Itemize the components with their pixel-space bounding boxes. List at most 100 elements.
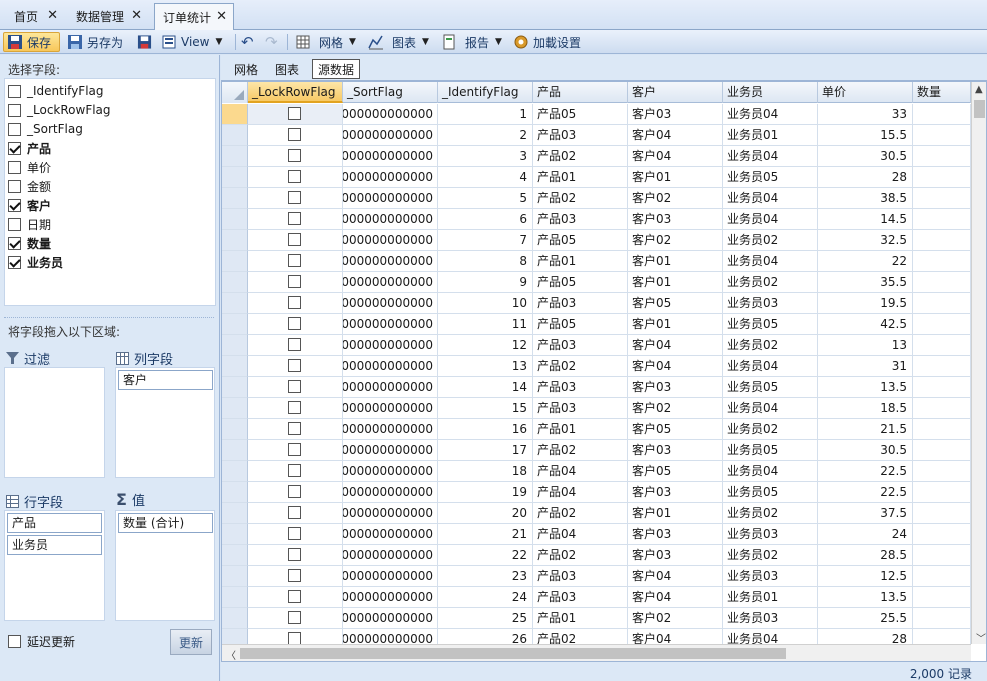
table-cell[interactable]: 0000000000000	[343, 146, 438, 167]
table-cell[interactable]: 产品03	[533, 125, 628, 146]
table-cell[interactable]: 0000000000000	[343, 293, 438, 314]
table-cell[interactable]: 7	[438, 230, 533, 251]
table-cell[interactable]: 客户01	[628, 503, 723, 524]
lock-row-checkbox-cell[interactable]	[248, 125, 343, 146]
table-cell[interactable]	[913, 209, 971, 230]
table-cell[interactable]: 2	[438, 125, 533, 146]
table-cell[interactable]: 24	[818, 524, 913, 545]
table-cell[interactable]	[913, 167, 971, 188]
table-row[interactable]: 0000000000000 20 产品02 客户01 业务员02 37.5	[222, 503, 971, 524]
row-checkbox[interactable]	[288, 254, 301, 267]
close-icon[interactable]: ✕	[131, 8, 142, 23]
table-cell[interactable]: 客户03	[628, 440, 723, 461]
field-checkbox[interactable]	[8, 103, 21, 117]
table-cell[interactable]: 0000000000000	[343, 125, 438, 146]
field-checkbox[interactable]	[8, 179, 21, 193]
vertical-scroll-thumb[interactable]	[974, 100, 985, 118]
table-cell[interactable]: 16	[438, 419, 533, 440]
table-cell[interactable]: 0000000000000	[343, 503, 438, 524]
save-as-button[interactable]: 另存为	[64, 32, 132, 52]
table-row[interactable]: 0000000000000 17 产品02 客户03 业务员05 30.5	[222, 440, 971, 461]
table-cell[interactable]: 3	[438, 146, 533, 167]
table-cell[interactable]: 业务员04	[723, 188, 818, 209]
table-cell[interactable]: 客户04	[628, 566, 723, 587]
defer-update-checkbox[interactable]	[8, 635, 21, 648]
table-cell[interactable]: 22.5	[818, 461, 913, 482]
table-cell[interactable]: 0000000000000	[343, 230, 438, 251]
table-cell[interactable]: 产品01	[533, 167, 628, 188]
row-header[interactable]	[222, 293, 248, 314]
row-header[interactable]	[222, 272, 248, 293]
row-checkbox[interactable]	[288, 422, 301, 435]
table-cell[interactable]: 0000000000000	[343, 398, 438, 419]
table-row[interactable]: 0000000000000 12 产品03 客户04 业务员02 13	[222, 335, 971, 356]
table-cell[interactable]: 产品03	[533, 398, 628, 419]
table-cell[interactable]: 产品02	[533, 356, 628, 377]
close-icon[interactable]: ✕	[47, 8, 58, 23]
table-cell[interactable]: 5	[438, 188, 533, 209]
table-cell[interactable]	[913, 356, 971, 377]
tab-grid[interactable]: 网格	[229, 59, 263, 79]
table-cell[interactable]: 客户03	[628, 209, 723, 230]
table-cell[interactable]: 14	[438, 377, 533, 398]
row-checkbox[interactable]	[288, 233, 301, 246]
row-checkbox[interactable]	[288, 149, 301, 162]
table-cell[interactable]: 25	[438, 608, 533, 629]
table-cell[interactable]: 产品04	[533, 461, 628, 482]
lock-row-checkbox-cell[interactable]	[248, 104, 343, 125]
table-cell[interactable]: 客户02	[628, 608, 723, 629]
table-row[interactable]: 0000000000000 21 产品04 客户03 业务员03 24	[222, 524, 971, 545]
table-cell[interactable]	[913, 440, 971, 461]
doc-tab-order-stats[interactable]: 订单统计 ✕	[154, 3, 234, 31]
defer-update-option[interactable]: 延迟更新	[8, 633, 75, 650]
table-row[interactable]: 0000000000000 15 产品03 客户02 业务员04 18.5	[222, 398, 971, 419]
table-cell[interactable]: 产品05	[533, 272, 628, 293]
table-cell[interactable]: 9	[438, 272, 533, 293]
lock-row-checkbox-cell[interactable]	[248, 251, 343, 272]
table-cell[interactable]: 客户03	[628, 377, 723, 398]
table-cell[interactable]: 产品02	[533, 146, 628, 167]
lock-row-checkbox-cell[interactable]	[248, 146, 343, 167]
table-cell[interactable]: 业务员04	[723, 251, 818, 272]
lock-row-checkbox-cell[interactable]	[248, 566, 343, 587]
table-row[interactable]: 0000000000000 16 产品01 客户05 业务员02 21.5	[222, 419, 971, 440]
lock-row-checkbox-cell[interactable]	[248, 230, 343, 251]
table-cell[interactable]: 业务员02	[723, 545, 818, 566]
table-cell[interactable]: 客户04	[628, 587, 723, 608]
lock-row-checkbox-cell[interactable]	[248, 209, 343, 230]
table-cell[interactable]	[913, 188, 971, 209]
table-cell[interactable]	[913, 377, 971, 398]
row-checkbox[interactable]	[288, 443, 301, 456]
table-cell[interactable]: 30.5	[818, 146, 913, 167]
table-cell[interactable]: 22	[438, 545, 533, 566]
table-row[interactable]: 0000000000000 2 产品03 客户04 业务员01 15.5	[222, 125, 971, 146]
table-row[interactable]: 0000000000000 3 产品02 客户04 业务员04 30.5	[222, 146, 971, 167]
table-cell[interactable]	[913, 293, 971, 314]
table-cell[interactable]: 37.5	[818, 503, 913, 524]
tab-source-data[interactable]: 源数据	[312, 59, 361, 79]
row-header[interactable]	[222, 167, 248, 188]
field-item-price[interactable]: 单价	[8, 158, 51, 176]
table-cell[interactable]: 0000000000000	[343, 209, 438, 230]
table-cell[interactable]	[913, 335, 971, 356]
table-cell[interactable]: 产品01	[533, 608, 628, 629]
row-checkbox[interactable]	[288, 380, 301, 393]
table-cell[interactable]: 10	[438, 293, 533, 314]
row-header[interactable]	[222, 440, 248, 461]
lock-row-checkbox-cell[interactable]	[248, 356, 343, 377]
table-cell[interactable]: 13.5	[818, 587, 913, 608]
table-cell[interactable]: 业务员04	[723, 104, 818, 125]
row-header[interactable]	[222, 188, 248, 209]
table-cell[interactable]: 产品04	[533, 482, 628, 503]
table-cell[interactable]: 0000000000000	[343, 188, 438, 209]
table-cell[interactable]: 18.5	[818, 398, 913, 419]
row-checkbox[interactable]	[288, 359, 301, 372]
row-header[interactable]	[222, 377, 248, 398]
lock-row-checkbox-cell[interactable]	[248, 188, 343, 209]
row-header[interactable]	[222, 566, 248, 587]
table-cell[interactable]: 35.5	[818, 272, 913, 293]
table-cell[interactable]	[913, 272, 971, 293]
table-cell[interactable]: 28.5	[818, 545, 913, 566]
table-cell[interactable]: 0000000000000	[343, 251, 438, 272]
field-item-product[interactable]: 产品	[8, 139, 51, 157]
